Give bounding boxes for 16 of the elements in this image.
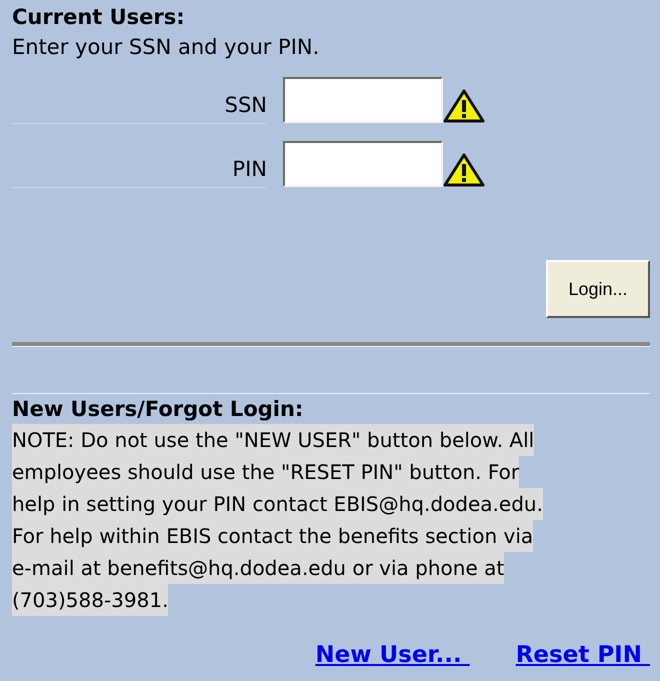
- login-button[interactable]: Login...: [546, 260, 650, 318]
- note-text: NOTE: Do not use the "NEW USER" button below. All: [12, 424, 534, 456]
- input-field[interactable]: [283, 141, 443, 187]
- note-text: employees should use the "RESET PIN" button. For: [12, 456, 520, 488]
- input-field[interactable]: [283, 77, 443, 123]
- link[interactable]: Reset PIN: [516, 642, 650, 668]
- field-label: SSN: [224, 92, 267, 116]
- note-text: (703)588-3981.: [12, 584, 168, 616]
- note-text: e-mail at benefits@hq.dodea.edu or via phone at: [12, 552, 504, 584]
- section-title: New Users/Forgot Login:: [12, 396, 304, 423]
- instructions-text: Enter your SSN and your PIN.: [12, 34, 320, 61]
- field-label: PIN: [232, 156, 267, 180]
- link[interactable]: New User...: [315, 642, 470, 668]
- section-title: Current Users:: [12, 4, 186, 31]
- note-text: help in setting your PIN contact EBIS@hq.dodea.edu.: [12, 488, 543, 520]
- note-text: For help within EBIS contact the benefits section via: [12, 520, 534, 552]
